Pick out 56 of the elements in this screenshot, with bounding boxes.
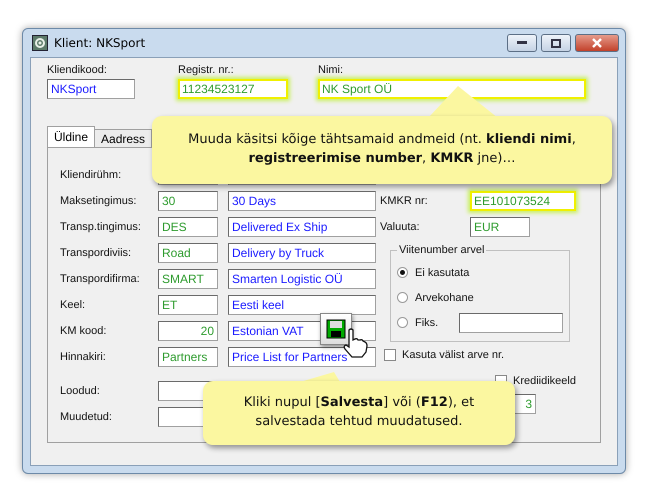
maximize-icon [551,38,561,48]
field-label: Muudetud: [60,411,113,423]
group-title: Viitenumber arvel [398,244,486,256]
name-field[interactable]: Delivery by Truck [228,243,376,263]
code-field[interactable]: ET [158,295,218,315]
radio-button[interactable] [397,292,408,303]
code-field[interactable]: 30 [158,191,218,211]
maximize-button[interactable] [541,34,571,52]
text-field[interactable]: NK Sport OÜ [318,79,586,99]
field-label: Maksetingimus: [60,195,138,207]
checkbox-label: Kasuta välist arve nr. [402,349,504,361]
code-field[interactable]: 20 [158,321,218,341]
field-label: Nimi: [318,64,344,76]
minimize-button[interactable] [507,34,537,52]
name-field[interactable]: Delivered Ex Ship [228,217,376,237]
field-label: Transp.tingimus: [60,221,142,233]
minimize-icon [517,41,527,45]
name-field[interactable]: Price List for Partners [228,347,376,367]
text-field[interactable]: NKSport [47,79,135,99]
app-icon [32,35,48,51]
field-label: Kliendikood: [47,64,108,76]
option-label: Arvekohane [415,292,474,304]
fixed-number-field[interactable] [459,312,563,332]
text-field[interactable]: EUR [470,217,530,237]
field-label: Registr. nr.: [178,64,235,76]
radio-button[interactable] [397,267,408,278]
checkbox[interactable] [384,349,396,361]
name-field[interactable]: Eesti keel [228,295,376,315]
field-label: Valuuta: [380,221,421,233]
option-label: Ei kasutata [415,266,470,278]
close-button[interactable] [575,34,619,52]
tooltip-pointer [428,86,498,118]
tab[interactable]: Aadress [94,129,152,147]
option-label: Fiks. [415,316,438,328]
code-field[interactable]: SMART [158,269,218,289]
name-field[interactable]: Smarten Logistic OÜ [228,269,376,289]
close-icon [591,38,603,48]
field-label: Transpordifirma: [60,273,141,285]
field-label: KMKR nr: [380,195,429,207]
field-label: Hinnakiri: [60,351,107,363]
save-button[interactable] [320,313,352,345]
field-label: Transpordiviis: [60,247,132,259]
text-field[interactable]: EE101073524 [470,191,576,211]
window-title: Klient: NKSport [54,36,146,50]
radio-button[interactable] [397,317,408,328]
text-field[interactable]: 11234523127 [178,79,288,99]
field-label: Kliendirühm: [60,169,122,181]
field-label: Loodud: [60,385,101,397]
field-label: KM kood: [60,325,108,337]
name-field[interactable]: 30 Days [228,191,376,211]
code-field[interactable]: Partners [158,347,218,367]
checkbox-label: Krediidikeeld [513,375,576,387]
tab[interactable]: Üldine [47,126,96,147]
field-label: Keel: [60,299,86,311]
code-field[interactable]: Road [158,243,218,263]
code-field[interactable]: DES [158,217,218,237]
